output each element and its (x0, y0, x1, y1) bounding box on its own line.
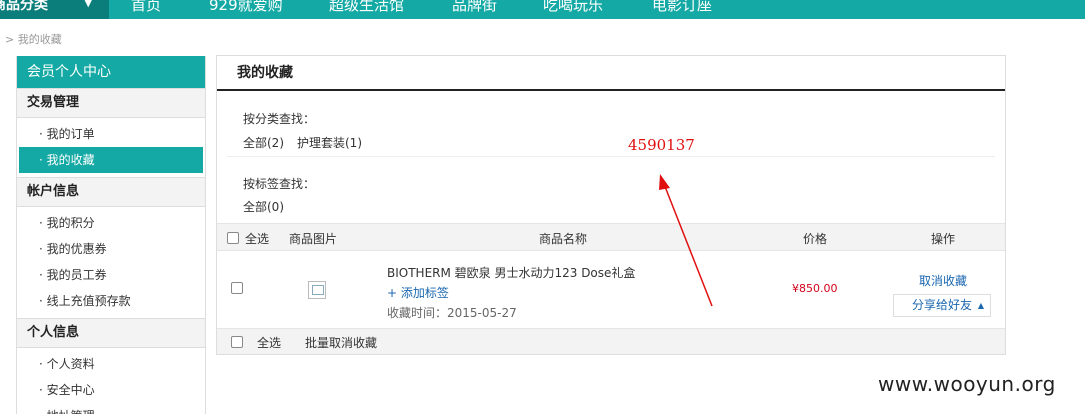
tag-filter-all[interactable]: 全部(0) (243, 198, 284, 215)
sidebar-item-orders[interactable]: · 我的订单 (17, 121, 205, 147)
product-price: ¥850.00 (792, 282, 838, 295)
footer-select-all-label: 全选 (257, 336, 282, 350)
nav-item-life[interactable]: 超级生活馆 (329, 0, 404, 15)
divider (227, 156, 995, 157)
product-image[interactable] (308, 281, 326, 299)
row-checkbox[interactable] (231, 282, 243, 294)
category-filter-care-set[interactable]: 护理套装(1) (297, 134, 362, 151)
nav-item-929[interactable]: 929就爱购 (209, 0, 283, 15)
category-filter-all[interactable]: 全部(2) (243, 134, 284, 151)
sidebar-item-favorites[interactable]: · 我的收藏 (19, 147, 203, 173)
category-menu-button[interactable]: 商品分类 ▼ (0, 0, 109, 19)
sidebar-item-coupons[interactable]: · 我的优惠券 (17, 236, 205, 262)
select-all-checkbox[interactable] (227, 232, 239, 244)
table-footer: 全选 批量取消收藏 (217, 328, 1005, 354)
column-header-action: 操作 (931, 232, 956, 246)
category-menu-label: 商品分类 (0, 0, 48, 13)
sidebar-group-trade: 交易管理 (17, 88, 205, 118)
share-button[interactable]: 分享给好友 ▲ (893, 294, 991, 317)
sidebar-item-staff-coupons[interactable]: · 我的员工券 (17, 262, 205, 288)
table-row: BIOTHERM 碧欧泉 男士水动力123 Dose礼盒 + 添加标签 收藏时间… (217, 252, 1005, 328)
sidebar-item-security[interactable]: · 安全中心 (17, 377, 205, 403)
page: 商品分类 ▼ 首页 929就爱购 超级生活馆 品牌街 吃喝玩乐 电影订座 > 我… (0, 0, 1085, 414)
nav-item-brand[interactable]: 品牌街 (452, 0, 497, 15)
nav-item-movie[interactable]: 电影订座 (652, 0, 712, 15)
column-header-image: 商品图片 (289, 232, 338, 246)
collected-time: 收藏时间：2015-05-27 (387, 306, 517, 320)
share-button-label: 分享给好友 (912, 298, 973, 312)
favorites-panel: 我的收藏 按分类查找： 全部(2) 护理套装(1) 按标签查找： 全部(0) 全… (216, 55, 1006, 355)
sidebar-item-profile[interactable]: · 个人资料 (17, 351, 205, 377)
annotation-text: 4590137 (628, 136, 695, 154)
table-header: 全选 商品图片 商品名称 价格 操作 (217, 223, 1005, 251)
column-header-name: 商品名称 (539, 232, 588, 246)
footer-select-all-checkbox[interactable] (231, 336, 243, 348)
sidebar-group-account: 帐户信息 (17, 177, 205, 207)
chevron-down-icon: ▼ (84, 0, 93, 9)
category-filter-label: 按分类查找： (243, 112, 316, 126)
sidebar-item-recharge[interactable]: · 线上充值预存款 (17, 288, 205, 314)
column-header-price: 价格 (803, 232, 828, 246)
tag-filter-label: 按标签查找： (243, 177, 316, 191)
add-tag-link[interactable]: + 添加标签 (387, 284, 449, 301)
sidebar: 会员个人中心 交易管理 · 我的订单 · 我的收藏 帐户信息 · 我的积分 · … (16, 56, 206, 414)
sidebar-group-personal: 个人信息 (17, 318, 205, 348)
select-all-label: 全选 (245, 232, 270, 246)
annotation-arrow-icon (659, 174, 713, 307)
nav-item-fun[interactable]: 吃喝玩乐 (543, 0, 603, 15)
sidebar-title: 会员个人中心 (17, 56, 205, 88)
watermark: www.wooyun.org (878, 372, 1056, 396)
cancel-favorite-link[interactable]: 取消收藏 (919, 272, 967, 289)
nav-item-home[interactable]: 首页 (131, 0, 161, 15)
page-title: 我的收藏 (217, 56, 1005, 91)
breadcrumb: > 我的收藏 (5, 33, 62, 46)
top-nav: 商品分类 ▼ 首页 929就爱购 超级生活馆 品牌街 吃喝玩乐 电影订座 (0, 0, 1085, 19)
sidebar-item-address[interactable]: · 地址管理 (17, 403, 205, 414)
caret-up-icon: ▲ (977, 301, 984, 310)
batch-cancel-button[interactable]: 批量取消收藏 (305, 334, 377, 351)
product-name-link[interactable]: BIOTHERM 碧欧泉 男士水动力123 Dose礼盒 (387, 264, 635, 281)
sidebar-item-points[interactable]: · 我的积分 (17, 210, 205, 236)
